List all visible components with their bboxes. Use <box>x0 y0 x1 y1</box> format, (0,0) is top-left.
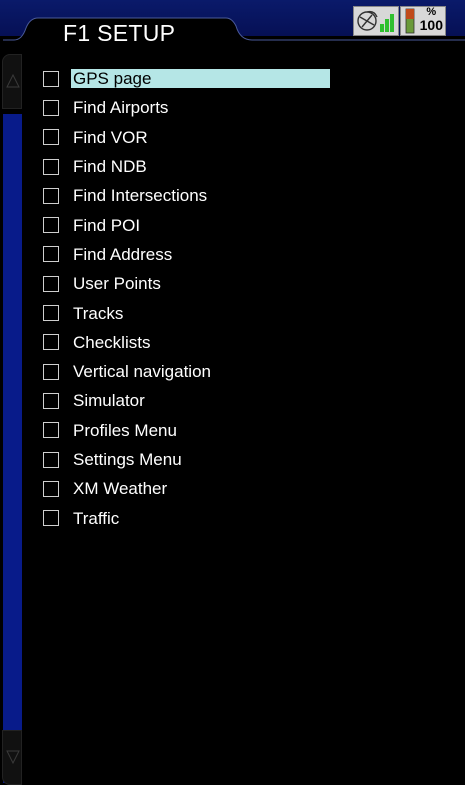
checkbox[interactable] <box>43 70 59 87</box>
checkbox[interactable] <box>43 480 59 497</box>
menu-item[interactable]: User Points <box>43 269 343 298</box>
scroll-up-button[interactable] <box>2 54 22 109</box>
battery-icon <box>405 8 415 34</box>
menu-item-label: Vertical navigation <box>73 362 211 382</box>
menu-item-label: Find VOR <box>73 127 148 147</box>
checkbox[interactable] <box>43 392 59 409</box>
menu-item-label: Find NDB <box>73 157 147 177</box>
menu-item[interactable]: Tracks <box>43 298 343 327</box>
menu-item-label: Simulator <box>73 391 145 411</box>
menu-item[interactable]: Profiles Menu <box>43 416 343 445</box>
checkbox[interactable] <box>43 187 59 204</box>
checkbox[interactable] <box>43 275 59 292</box>
checkbox[interactable] <box>43 510 59 527</box>
battery-readout: % 100 <box>420 7 443 33</box>
menu-item-label: Traffic <box>73 508 120 528</box>
menu-list: GPS page Find Airports Find VOR Find NDB Fin… <box>43 64 343 533</box>
menu-item[interactable]: Find POI <box>43 210 343 239</box>
battery-value: 100 <box>419 17 443 33</box>
menu-item[interactable]: Simulator <box>43 386 343 415</box>
menu-item-label: Tracks <box>73 303 124 323</box>
menu-item-label: User Points <box>73 274 161 294</box>
menu-item[interactable]: GPS page <box>43 64 343 93</box>
menu-item-label: Settings Menu <box>73 450 182 469</box>
menu-item[interactable]: Find NDB <box>43 152 343 181</box>
page-title: F1 SETUP <box>63 20 176 46</box>
header-bar: F1 SETUP % 100 <box>0 0 465 54</box>
status-icons: % 100 <box>353 6 446 36</box>
scroll-track[interactable] <box>3 114 22 783</box>
menu-item-label: XM Weather <box>73 479 168 499</box>
checkbox[interactable] <box>43 422 59 439</box>
triangle-down-icon <box>6 750 20 765</box>
checkbox[interactable] <box>43 129 59 146</box>
checkbox[interactable] <box>43 217 59 234</box>
triangle-up-icon <box>6 73 20 88</box>
checkbox[interactable] <box>43 363 59 380</box>
menu-item[interactable]: Checklists <box>43 328 343 357</box>
menu-item[interactable]: Find Intersections <box>43 181 343 210</box>
scrollbar[interactable] <box>0 54 22 785</box>
checkbox[interactable] <box>43 334 59 351</box>
menu-item-label: Find Airports <box>73 98 169 118</box>
checkbox[interactable] <box>43 99 59 116</box>
menu-item[interactable]: Settings Menu <box>43 445 343 474</box>
menu-item-label: Find POI <box>73 215 141 235</box>
menu-item-label: Find Address <box>73 244 173 264</box>
gps-signal-icon <box>357 10 394 32</box>
menu-item[interactable]: Find Address <box>43 240 343 269</box>
menu-item[interactable]: Find VOR <box>43 123 343 152</box>
menu-item-label: Profiles Menu <box>73 420 177 440</box>
gps-status-icon <box>353 6 399 36</box>
battery-status: % 100 <box>400 6 446 36</box>
menu-item-label: GPS page <box>71 69 330 89</box>
menu-item[interactable]: Vertical navigation <box>43 357 343 386</box>
checkbox[interactable] <box>43 305 59 322</box>
menu-item[interactable]: Find Airports <box>43 93 343 122</box>
menu-item[interactable]: Traffic <box>43 503 343 532</box>
checkbox[interactable] <box>43 451 59 468</box>
menu-item[interactable]: XM Weather <box>43 474 343 503</box>
menu-item-label: Checklists <box>73 332 151 352</box>
checkbox[interactable] <box>43 246 59 263</box>
checkbox[interactable] <box>43 158 59 175</box>
menu-item-label: Find Intersections <box>73 186 208 206</box>
